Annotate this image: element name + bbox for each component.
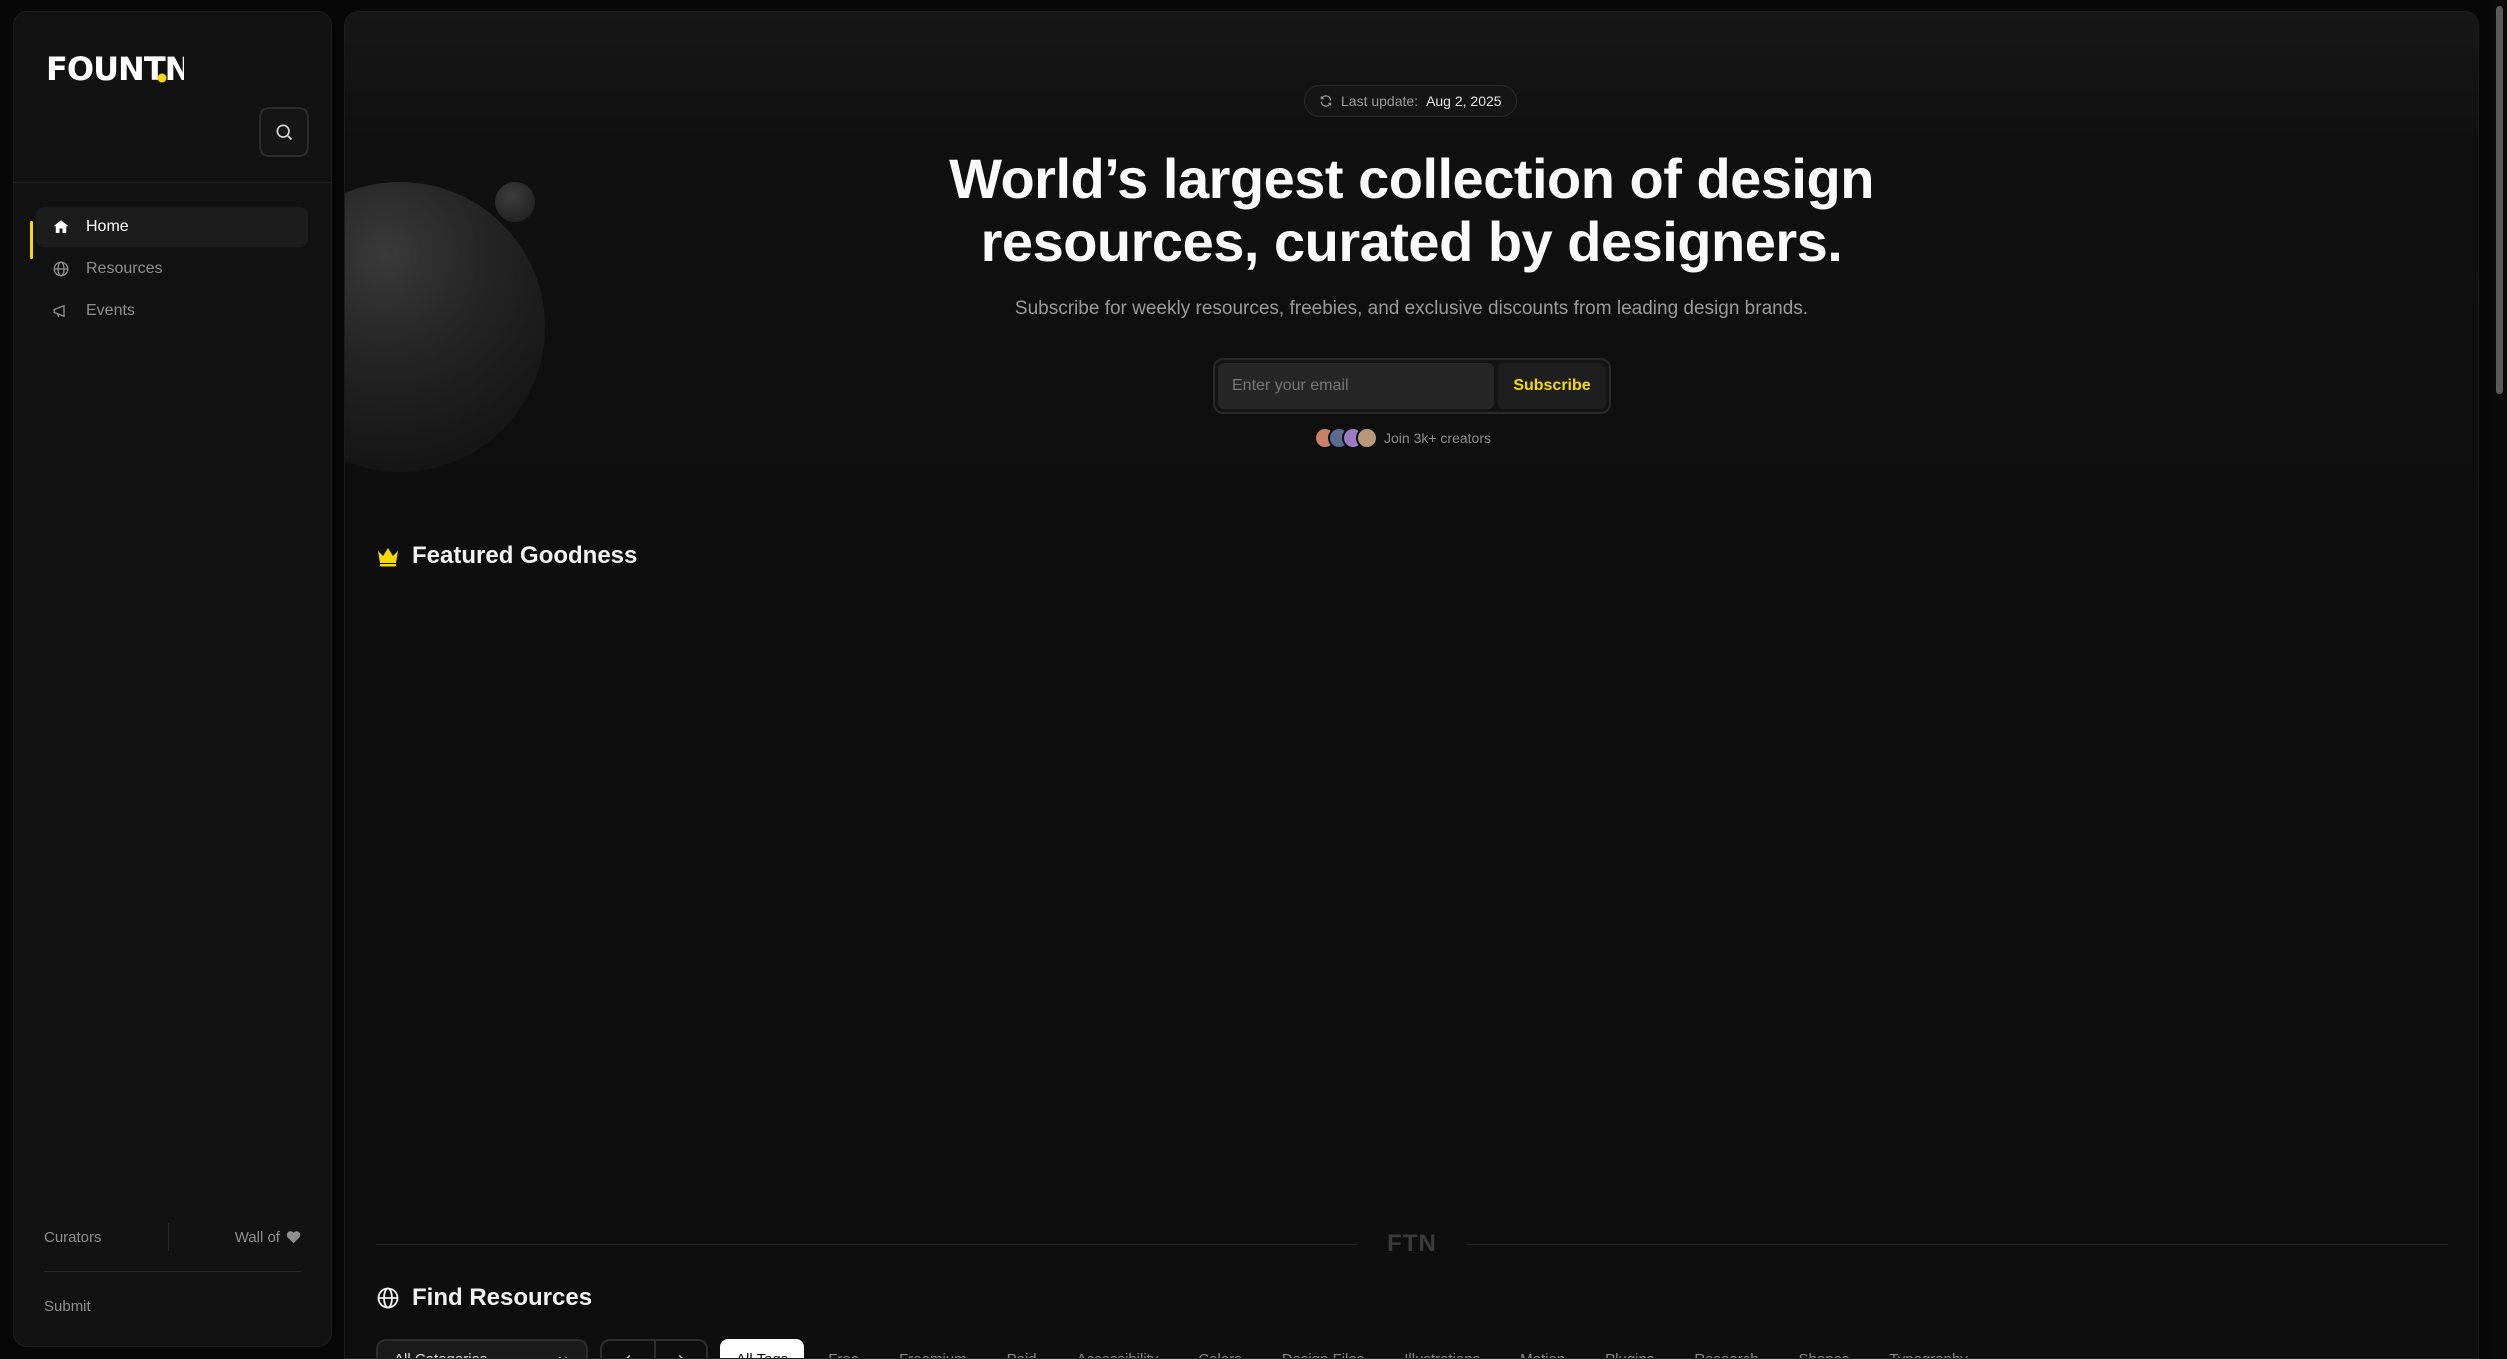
globe-icon xyxy=(50,258,72,280)
active-nav-indicator xyxy=(30,221,33,259)
refresh-icon xyxy=(1320,95,1332,107)
last-update-date: Aug 2, 2025 xyxy=(1426,93,1502,109)
crown-icon xyxy=(378,548,398,567)
search-icon xyxy=(276,124,293,141)
sidebar-item-resources[interactable]: Resources xyxy=(36,249,308,289)
hero-title: World’s largest collection of design res… xyxy=(345,147,2478,273)
tag-typography[interactable]: Typography xyxy=(1873,1339,1983,1359)
footer-separator xyxy=(167,1223,169,1251)
tag-accessibility[interactable]: Accessibility xyxy=(1061,1339,1175,1359)
tag-plugins[interactable]: Plugins xyxy=(1589,1339,1670,1359)
search-button[interactable] xyxy=(259,107,309,157)
megaphone-icon xyxy=(50,300,72,322)
tag-shapes[interactable]: Shapes xyxy=(1783,1339,1866,1359)
divider-line xyxy=(1466,1243,2448,1245)
tag-filter-list: All Tags Free Freemium Paid Accessibilit… xyxy=(720,1339,1984,1359)
sidebar: FOUNTN Home Resources Events Curators Wa… xyxy=(13,11,332,1347)
tag-freemium[interactable]: Freemium xyxy=(883,1339,983,1359)
join-text: Join 3k+ creators xyxy=(1384,430,1491,446)
tag-research[interactable]: Research xyxy=(1678,1339,1774,1359)
hero-title-line-1: World’s largest collection of design xyxy=(949,147,1874,210)
tag-paid[interactable]: Paid xyxy=(991,1339,1053,1359)
wall-of-love-link[interactable]: Wall of xyxy=(235,1229,301,1246)
scroll-left-button[interactable] xyxy=(602,1341,654,1358)
divider-line xyxy=(376,1243,1358,1245)
wall-of-label: Wall of xyxy=(234,1228,280,1246)
last-update-badge: Last update: Aug 2, 2025 xyxy=(1304,85,1517,117)
sidebar-item-home[interactable]: Home xyxy=(36,207,308,247)
featured-heading: Featured Goodness xyxy=(376,542,637,570)
last-update-label: Last update: xyxy=(1341,93,1419,109)
tag-illustrations[interactable]: Illustrations xyxy=(1388,1339,1496,1359)
scrollbar-thumb[interactable] xyxy=(2496,6,2503,394)
tag-colors[interactable]: Colors xyxy=(1182,1339,1257,1359)
join-creators: Join 3k+ creators xyxy=(1314,425,1491,451)
ftn-mark: FTN xyxy=(1387,1230,1437,1257)
footer-divider xyxy=(44,1271,301,1272)
sidebar-item-label: Events xyxy=(86,302,135,319)
chevron-down-icon xyxy=(558,1356,568,1358)
tag-motion[interactable]: Motion xyxy=(1504,1339,1581,1359)
find-resources-heading: Find Resources xyxy=(376,1284,592,1312)
heart-icon xyxy=(286,1231,301,1244)
tag-all[interactable]: All Tags xyxy=(720,1339,805,1358)
subscribe-button[interactable]: Subscribe xyxy=(1498,363,1606,409)
category-select[interactable]: All Categories xyxy=(376,1339,588,1359)
tag-design-files[interactable]: Design Files xyxy=(1266,1339,1381,1359)
hero-subtitle: Subscribe for weekly resources, freebies… xyxy=(1014,298,1809,319)
sidebar-nav: Home Resources Events xyxy=(30,207,308,333)
section-divider: FTN xyxy=(376,1230,2448,1257)
sidebar-divider xyxy=(14,182,331,183)
sidebar-item-events[interactable]: Events xyxy=(36,291,308,331)
email-input[interactable] xyxy=(1218,363,1494,409)
filter-row: All Categories All Tags Free Freemium Pa… xyxy=(376,1339,1984,1359)
chevron-left-icon xyxy=(626,1354,631,1358)
submit-link[interactable]: Submit xyxy=(44,1298,91,1315)
main-content: Last update: Aug 2, 2025 World’s largest… xyxy=(344,11,2479,1359)
curators-link[interactable]: Curators xyxy=(44,1229,102,1246)
fountn-logo[interactable]: FOUNTN xyxy=(44,42,191,90)
avatar xyxy=(1356,427,1378,449)
globe-icon xyxy=(377,1287,399,1309)
avatar-stack xyxy=(1314,427,1378,449)
home-icon xyxy=(50,216,72,238)
category-select-value: All Categories xyxy=(394,1350,488,1359)
hero-title-line-2: resources, curated by designers. xyxy=(980,210,1843,273)
sidebar-footer: Curators Wall of Submit xyxy=(44,1217,301,1326)
tag-free[interactable]: Free xyxy=(812,1339,875,1359)
sidebar-item-label: Home xyxy=(86,218,129,235)
logo-dot xyxy=(157,73,167,83)
page-scrollbar[interactable] xyxy=(2492,0,2507,1359)
tag-scroll-arrows xyxy=(600,1339,708,1358)
scroll-right-button[interactable] xyxy=(654,1341,706,1358)
chevron-right-icon xyxy=(678,1354,683,1358)
subscribe-form: Subscribe xyxy=(1213,358,1611,414)
sidebar-item-label: Resources xyxy=(86,260,163,277)
featured-title: Featured Goodness xyxy=(412,542,638,569)
find-resources-title: Find Resources xyxy=(412,1284,593,1311)
